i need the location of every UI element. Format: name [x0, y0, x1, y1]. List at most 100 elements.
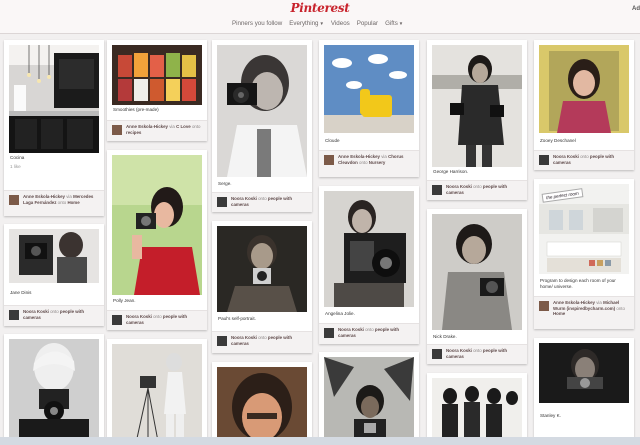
via-label: via [66, 194, 72, 199]
pin-attribution: Noora Koski onto people with cameras [427, 344, 527, 364]
nav-gifts[interactable]: Gifts▼ [385, 20, 403, 27]
pinner-name[interactable]: Noora Koski [446, 184, 472, 189]
pin-image[interactable] [9, 229, 99, 283]
chevron-down-icon: ▼ [398, 21, 404, 26]
pin-image[interactable] [112, 344, 202, 445]
pin-image[interactable] [9, 45, 99, 153]
pin-card[interactable]: Polly Jean. Noora Koski onto people with… [107, 150, 207, 330]
nav-popular[interactable]: Popular [357, 20, 378, 27]
via-label: via [169, 124, 175, 129]
pin-card[interactable]: Stanley K. [534, 338, 634, 445]
board-name[interactable]: Nursery [369, 160, 386, 165]
onto-label: onto [473, 184, 482, 189]
beatles-group-photo [432, 378, 522, 445]
avatar[interactable] [539, 301, 549, 311]
pin-description: Stanley K. [540, 413, 561, 418]
pin-card[interactable]: Cloude Anne Eskola-Hickey via Chorus Cle… [319, 40, 419, 177]
pinner-name[interactable]: Anne Eskola-Hickey [126, 124, 168, 129]
nav-everything[interactable]: Everything▼ [289, 20, 324, 27]
pinner-name[interactable]: Anne Eskola-Hickey [23, 194, 65, 199]
via-label: via [596, 300, 602, 305]
pinner-name[interactable]: Noora Koski [231, 335, 257, 340]
pinner-name[interactable]: Noora Koski [231, 196, 257, 201]
pin-card[interactable]: Nick Drake. Noora Koski onto people with… [427, 209, 527, 364]
pin-image[interactable] [324, 45, 414, 133]
pinner-name[interactable]: Noora Koski [338, 327, 364, 332]
avatar[interactable] [539, 155, 549, 165]
pin-card[interactable]: Smoothies (pre-made) Anne Eskola-Hickey … [107, 40, 207, 141]
avatar[interactable] [112, 315, 122, 325]
attribution-text: Anne Eskola-Hickey via C Love onto recip… [126, 124, 204, 135]
pin-image[interactable] [9, 339, 99, 445]
pin-image[interactable] [217, 367, 307, 445]
pin-image[interactable] [324, 357, 414, 445]
avatar[interactable] [217, 197, 227, 207]
pin-card[interactable]: Zooey Deschanel Noora Koski onto people … [534, 40, 634, 170]
pinterest-logo[interactable]: Pinterest [287, 1, 353, 15]
pin-card[interactable]: Cocina 1 like Anne Eskola-Hickey via Mer… [4, 40, 104, 216]
avatar[interactable] [432, 185, 442, 195]
man-palm-camera-photo [324, 357, 414, 445]
pin-image[interactable] [432, 214, 522, 330]
pin-card[interactable] [319, 352, 419, 445]
pin-image[interactable] [539, 45, 629, 133]
pin-image[interactable] [324, 191, 414, 307]
avatar[interactable] [217, 336, 227, 346]
add-button[interactable]: Ad [632, 6, 640, 12]
woman-camera-photo [9, 229, 99, 283]
pin-card[interactable] [107, 339, 207, 445]
pin-card[interactable] [4, 334, 104, 445]
pin-image[interactable] [432, 378, 522, 445]
pin-card[interactable]: the perfect room Program to design each … [534, 179, 634, 329]
pin-card[interactable]: Angelina Jolie. Noora Koski onto people … [319, 186, 419, 344]
nav-gifts-label: Gifts [385, 20, 398, 27]
top-bar: Pinterest Pinners you follow Everything▼… [0, 0, 640, 34]
pin-card[interactable] [427, 373, 527, 445]
pin-attribution: Anne Eskola-Hickey via C Love onto recip… [107, 120, 207, 141]
avatar[interactable] [432, 349, 442, 359]
pin-card[interactable]: George Harrison. Noora Koski onto people… [427, 40, 527, 200]
pin-description: Serge. [218, 181, 232, 186]
pinner-name[interactable]: Anne Eskola-Hickey [553, 300, 595, 305]
avatar[interactable] [324, 155, 334, 165]
onto-label: onto [616, 305, 625, 311]
board-name[interactable]: recipes [126, 130, 141, 135]
onto-label: onto [50, 309, 59, 314]
via-user-name[interactable]: C Love [176, 124, 191, 129]
board-name[interactable]: Home [553, 311, 565, 316]
pinner-name[interactable]: Noora Koski [126, 314, 152, 319]
pin-attribution: Anne Eskola-Hickey via Chorus Cleavdon o… [319, 150, 419, 177]
pin-image[interactable] [539, 343, 629, 403]
onto-label: onto [359, 159, 368, 165]
paul-self-portrait-photo [217, 226, 307, 312]
pin-image[interactable] [432, 45, 522, 167]
pin-card[interactable] [212, 362, 312, 445]
avatar[interactable] [324, 328, 334, 338]
board-name[interactable]: Home [67, 200, 79, 205]
pinner-name[interactable]: Noora Koski [446, 348, 472, 353]
pin-card[interactable]: Serge. Noora Koski onto people with came… [212, 40, 312, 212]
pin-card[interactable]: Jane Dinis Noora Koski onto people with … [4, 224, 104, 326]
nav-pinners-you-follow[interactable]: Pinners you follow [232, 20, 282, 27]
pinner-name[interactable]: Noora Koski [553, 154, 579, 159]
pinner-name[interactable]: Anne Eskola-Hickey [338, 154, 380, 159]
pin-description: Cloude [325, 138, 340, 143]
pin-image[interactable] [112, 45, 202, 105]
pin-attribution: Anne Eskola-Hickey via Michael Wurm (ins… [534, 296, 634, 329]
pin-attribution: Noora Koski onto people with cameras [212, 192, 312, 212]
onto-label: onto [258, 196, 267, 201]
pin-image[interactable] [217, 226, 307, 312]
avatar[interactable] [9, 195, 19, 205]
attribution-text: Anne Eskola-Hickey via Michael Wurm (ins… [553, 300, 631, 317]
avatar[interactable] [112, 125, 122, 135]
pin-image[interactable] [112, 155, 202, 295]
pin-image[interactable] [217, 45, 307, 177]
attribution-text: Noora Koski onto people with cameras [231, 196, 309, 207]
avatar[interactable] [9, 310, 19, 320]
pin-card[interactable]: Paul's self-portrait. Noora Koski onto p… [212, 221, 312, 353]
nav-videos[interactable]: Videos [331, 20, 350, 27]
pin-description: Paul's self-portrait. [218, 316, 256, 321]
pin-likes[interactable]: 1 like [10, 164, 98, 170]
pin-description: George Harrison. [433, 169, 469, 174]
pinner-name[interactable]: Noora Koski [23, 309, 49, 314]
